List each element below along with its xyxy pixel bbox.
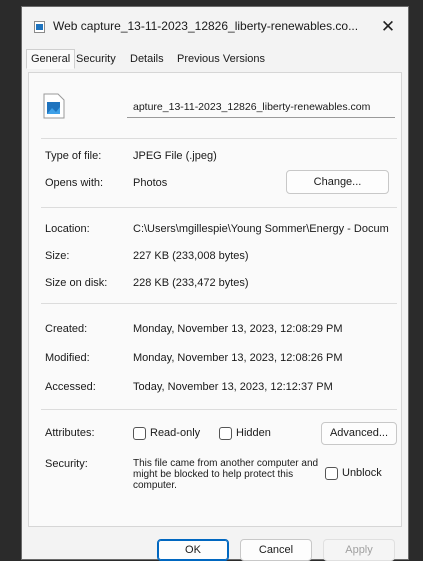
modified-value: Monday, November 13, 2023, 12:08:26 PM [133,352,343,364]
security-message: This file came from another computer and… [133,458,319,491]
size-value: 227 KB (233,008 bytes) [133,250,249,262]
attributes-label: Attributes: [45,427,95,439]
hidden-label[interactable]: Hidden [236,427,271,439]
location-value: C:\Users\mgillespie\Young Sommer\Energy … [133,223,389,235]
divider [41,409,397,410]
opens-with-label: Opens with: [45,177,104,189]
apply-button[interactable]: Apply [323,539,395,561]
tab-general[interactable]: General [26,49,76,69]
general-tab-panel: apture_13-11-2023_12826_liberty-renewabl… [28,72,402,527]
size-on-disk-value: 228 KB (233,472 bytes) [133,277,249,289]
type-value: JPEG File (.jpeg) [133,150,217,162]
created-value: Monday, November 13, 2023, 12:08:29 PM [133,323,343,335]
unblock-label[interactable]: Unblock [342,467,382,479]
filename-field[interactable]: apture_13-11-2023_12826_liberty-renewabl… [127,96,395,118]
location-label: Location: [45,223,90,235]
created-label: Created: [45,323,88,335]
readonly-checkbox[interactable] [133,427,146,440]
size-label: Size: [45,250,70,262]
tab-security[interactable]: Security [76,53,116,65]
divider [41,303,397,304]
tab-bar: General Security Details Previous Versio… [22,49,408,73]
cancel-button[interactable]: Cancel [240,539,312,561]
ok-button[interactable]: OK [157,539,229,561]
security-label: Security: [45,458,88,470]
size-on-disk-label: Size on disk: [45,277,108,289]
divider [41,207,397,208]
window-title: Web capture_13-11-2023_12826_liberty-ren… [53,19,359,33]
properties-dialog: Web capture_13-11-2023_12826_liberty-ren… [21,6,409,561]
title-bar[interactable]: Web capture_13-11-2023_12826_liberty-ren… [22,7,408,45]
divider [41,138,397,139]
accessed-value: Today, November 13, 2023, 12:12:37 PM [133,381,333,393]
unblock-checkbox[interactable] [325,467,338,480]
tab-details[interactable]: Details [130,53,164,65]
image-file-icon [43,93,65,119]
type-label: Type of file: [45,150,102,162]
advanced-button[interactable]: Advanced... [321,422,397,445]
accessed-label: Accessed: [45,381,96,393]
tab-previous-versions[interactable]: Previous Versions [177,53,265,65]
readonly-label[interactable]: Read-only [150,427,200,439]
hidden-checkbox[interactable] [219,427,232,440]
image-file-icon [34,21,45,33]
close-icon[interactable]: ✕ [376,15,400,39]
modified-label: Modified: [45,352,90,364]
change-button[interactable]: Change... [286,170,389,194]
opens-with-value: Photos [133,177,168,189]
